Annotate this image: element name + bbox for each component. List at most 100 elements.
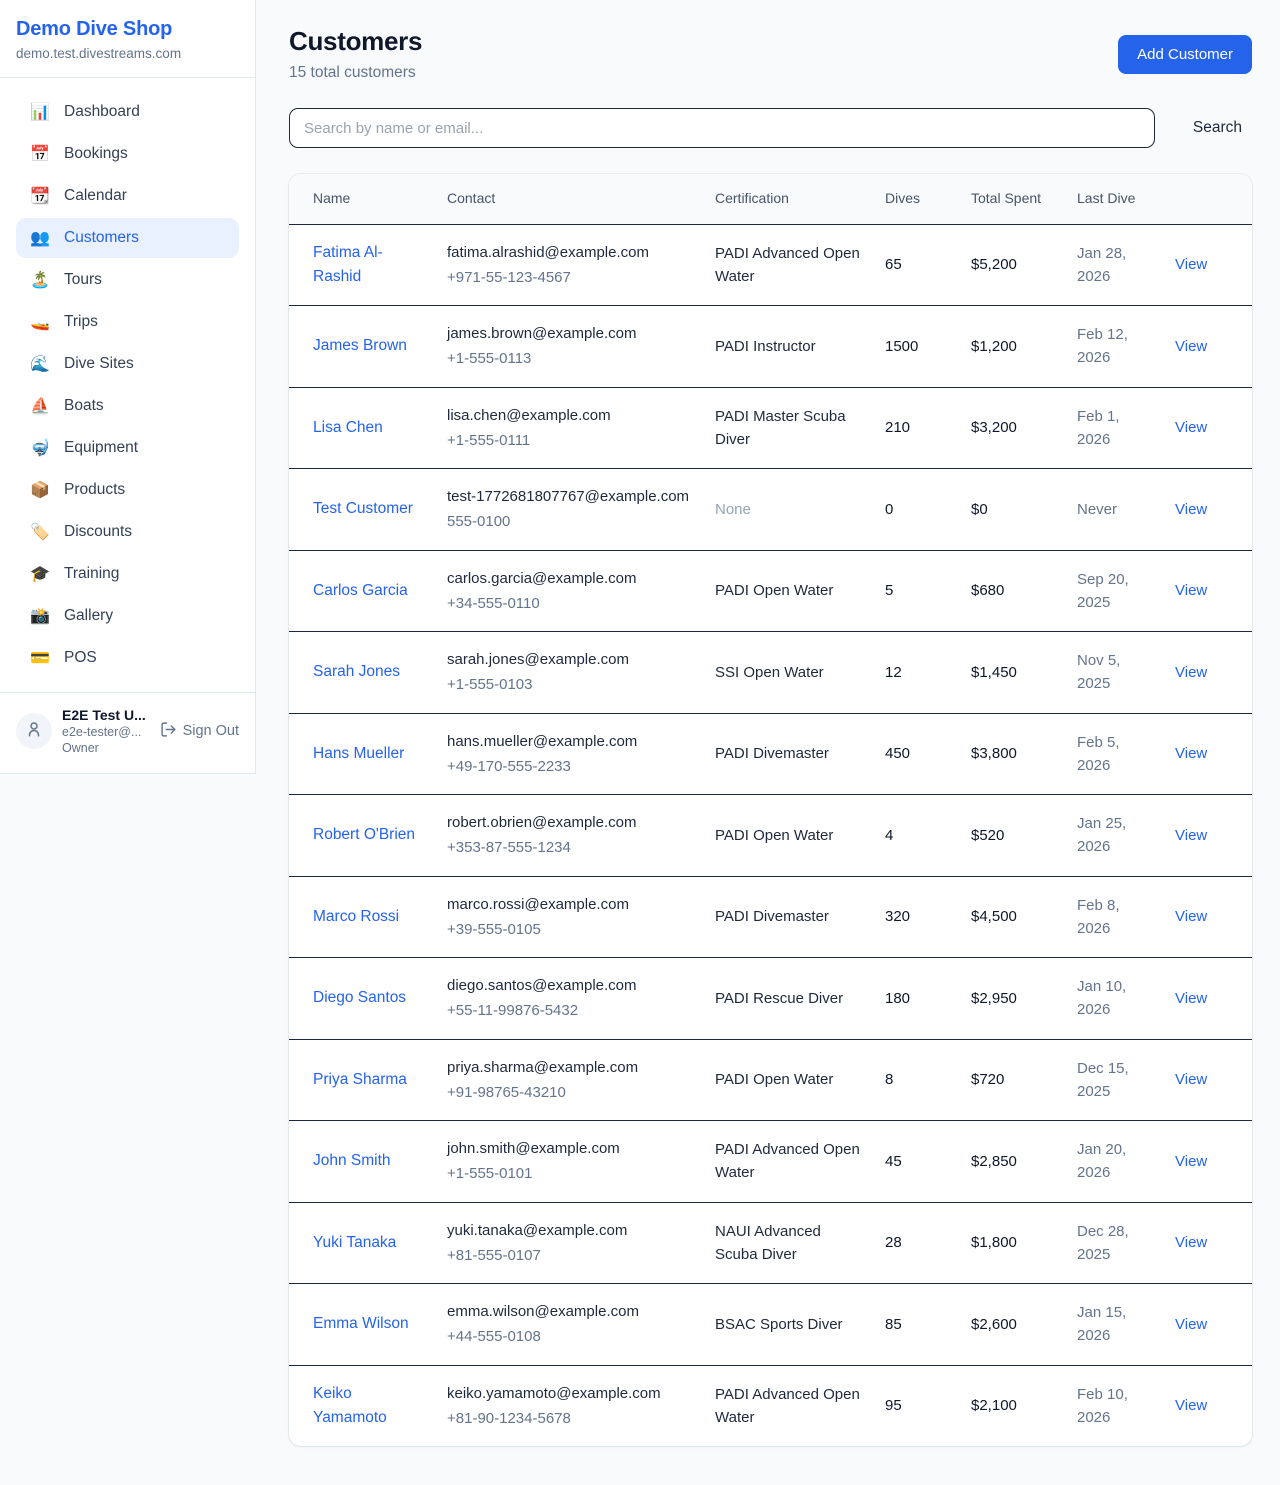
customer-name-link[interactable]: Emma Wilson [313,1312,409,1336]
sidebar-item-gallery[interactable]: 📸 Gallery [16,596,239,636]
sidebar-item-tours[interactable]: 🏝️ Tours [16,260,239,300]
sidebar-item-products[interactable]: 📦 Products [16,470,239,510]
view-customer-link[interactable]: View [1175,582,1207,599]
customer-phone: +39-555-0105 [447,918,691,941]
customer-total-spent: $2,950 [971,990,1017,1007]
customer-total-spent: $2,100 [971,1397,1017,1414]
customer-last-dive: Feb 5, 2026 [1077,734,1120,774]
view-customer-link[interactable]: View [1175,1153,1207,1170]
tours-icon: 🏝️ [28,270,52,290]
customer-name-link[interactable]: Test Customer [313,497,413,521]
customer-total-spent: $1,450 [971,664,1017,681]
customer-email: carlos.garcia@example.com [447,567,691,590]
view-customer-link[interactable]: View [1175,827,1207,844]
customer-certification: PADI Divemaster [715,745,829,762]
customer-name-link[interactable]: Diego Santos [313,986,406,1010]
customer-name-link[interactable]: Marco Rossi [313,905,399,929]
customer-email: keiko.yamamoto@example.com [447,1382,691,1405]
customer-certification: BSAC Sports Diver [715,1316,843,1333]
customer-email: john.smith@example.com [447,1137,691,1160]
customer-last-dive: Dec 15, 2025 [1077,1060,1129,1100]
customer-name-link[interactable]: Carlos Garcia [313,579,408,603]
view-customer-link[interactable]: View [1175,745,1207,762]
sidebar-item-trips[interactable]: 🚤 Trips [16,302,239,342]
customer-dives-count: 65 [885,256,902,273]
table-row: Hans Mueller hans.mueller@example.com +4… [289,713,1252,795]
nav-item-label: Trips [64,313,98,331]
customer-phone: +1-555-0113 [447,347,691,370]
customer-total-spent: $4,500 [971,908,1017,925]
sidebar-user-footer: E2E Test U... e2e-tester@... Owner Sign … [0,692,255,773]
view-customer-link[interactable]: View [1175,1071,1207,1088]
customer-dives-count: 450 [885,745,910,762]
nav-item-label: Bookings [64,145,128,163]
column-header: Certification [703,174,873,224]
sidebar-item-dashboard[interactable]: 📊 Dashboard [16,92,239,132]
search-input[interactable] [289,108,1155,148]
sidebar-item-boats[interactable]: ⛵ Boats [16,386,239,426]
customer-email: fatima.alrashid@example.com [447,241,691,264]
view-customer-link[interactable]: View [1175,501,1207,518]
customer-last-dive: Feb 10, 2026 [1077,1386,1128,1426]
shop-name: Demo Dive Shop [16,18,239,41]
customer-phone: +1-555-0101 [447,1162,691,1185]
search-button[interactable]: Search [1183,111,1252,145]
sidebar-item-discounts[interactable]: 🏷️ Discounts [16,512,239,552]
view-customer-link[interactable]: View [1175,990,1207,1007]
customer-certification: PADI Advanced Open Water [715,1141,860,1181]
customer-last-dive: Jan 28, 2026 [1077,245,1126,285]
view-customer-link[interactable]: View [1175,1234,1207,1251]
customer-certification: PADI Open Water [715,582,833,599]
sidebar-header: Demo Dive Shop demo.test.divestreams.com [0,0,255,78]
sidebar-item-training[interactable]: 🎓 Training [16,554,239,594]
sidebar-item-equipment[interactable]: 🤿 Equipment [16,428,239,468]
customer-name-link[interactable]: Sarah Jones [313,660,400,684]
sidebar-item-bookings[interactable]: 📅 Bookings [16,134,239,174]
customer-email: priya.sharma@example.com [447,1056,691,1079]
sidebar-item-dive-sites[interactable]: 🌊 Dive Sites [16,344,239,384]
sign-out-button[interactable]: Sign Out [160,721,239,742]
customer-name-link[interactable]: Hans Mueller [313,742,404,766]
table-row: Robert O'Brien robert.obrien@example.com… [289,795,1252,877]
view-customer-link[interactable]: View [1175,664,1207,681]
customer-phone: +34-555-0110 [447,592,691,615]
view-customer-link[interactable]: View [1175,338,1207,355]
customer-email: james.brown@example.com [447,322,691,345]
view-customer-link[interactable]: View [1175,256,1207,273]
customer-dives-count: 0 [885,501,893,518]
customer-email: hans.mueller@example.com [447,730,691,753]
customer-name-link[interactable]: John Smith [313,1149,391,1173]
sidebar-item-pos[interactable]: 💳 POS [16,638,239,678]
customer-name-link[interactable]: Yuki Tanaka [313,1231,396,1255]
customer-email: marco.rossi@example.com [447,893,691,916]
customer-last-dive: Feb 8, 2026 [1077,897,1120,937]
customer-dives-count: 180 [885,990,910,1007]
customer-name-link[interactable]: Fatima Al-Rashid [313,241,423,289]
table-row: John Smith john.smith@example.com +1-555… [289,1121,1252,1203]
customer-certification: None [715,501,751,518]
customer-name-link[interactable]: Priya Sharma [313,1068,407,1092]
page-title-block: Customers 15 total customers [289,26,422,82]
sidebar: Demo Dive Shop demo.test.divestreams.com… [0,0,256,774]
customer-name-link[interactable]: Lisa Chen [313,416,383,440]
view-customer-link[interactable]: View [1175,908,1207,925]
customer-name-link[interactable]: Keiko Yamamoto [313,1382,423,1430]
sidebar-item-customers[interactable]: 👥 Customers [16,218,239,258]
avatar [16,713,52,749]
customer-phone: +81-555-0107 [447,1244,691,1267]
nav-item-label: Calendar [64,187,127,205]
customer-email: test-1772681807767@example.com [447,485,691,508]
customer-name-link[interactable]: Robert O'Brien [313,823,415,847]
table-row: Yuki Tanaka yuki.tanaka@example.com +81-… [289,1202,1252,1284]
products-icon: 📦 [28,480,52,500]
nav-item-label: Gallery [64,607,113,625]
view-customer-link[interactable]: View [1175,1316,1207,1333]
add-customer-button[interactable]: Add Customer [1118,35,1252,74]
sidebar-item-calendar[interactable]: 📆 Calendar [16,176,239,216]
view-customer-link[interactable]: View [1175,419,1207,436]
customers-icon: 👥 [28,228,52,248]
boats-icon: ⛵ [28,396,52,416]
customer-certification: PADI Divemaster [715,908,829,925]
view-customer-link[interactable]: View [1175,1397,1207,1414]
customer-name-link[interactable]: James Brown [313,334,407,358]
